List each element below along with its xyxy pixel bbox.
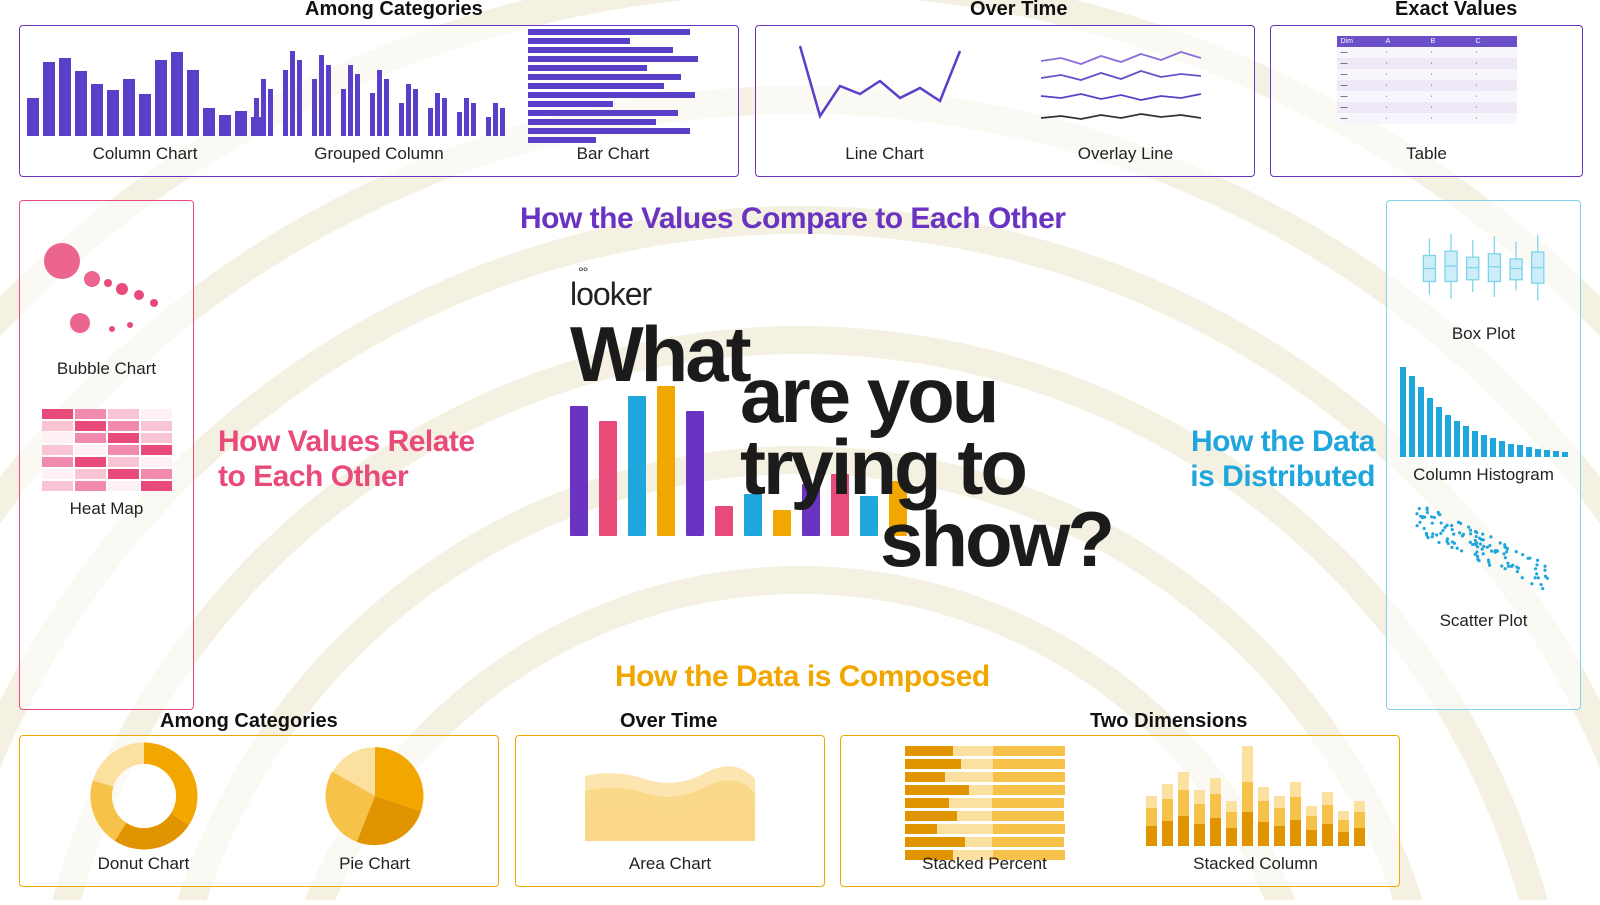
chart-bubble: Bubble Chart [42, 231, 172, 379]
caption-overlay-line: Overlay Line [1078, 144, 1173, 164]
chart-pie: Pie Chart [285, 746, 465, 874]
chart-stacked-column: Stacked Column [1166, 746, 1346, 874]
panel-compare-time: Line Chart Overlay Line [755, 25, 1255, 177]
chart-area: Area Chart [580, 746, 760, 874]
caption-donut: Donut Chart [98, 854, 190, 874]
panel-composed-categories: Donut Chart Pie Chart [19, 735, 499, 887]
header-relate-line2: to Each Other [218, 460, 475, 495]
caption-column-chart: Column Chart [93, 144, 198, 164]
header-dist-line2: is Distributed [1190, 460, 1375, 495]
panel-composed-twodim: Stacked Percent Stacked Column [840, 735, 1400, 887]
header-relate: How Values Relate to Each Other [218, 425, 475, 494]
title-line3: trying to [740, 432, 1025, 504]
label-over-time-top: Over Time [970, 0, 1067, 21]
caption-stacked-pct: Stacked Percent [922, 854, 1047, 874]
label-exact-values: Exact Values [1395, 0, 1517, 21]
caption-bar-chart: Bar Chart [577, 144, 650, 164]
panel-compare-categories: Column Chart Grouped Column Bar Chart [19, 25, 739, 177]
caption-histogram: Column Histogram [1413, 465, 1554, 485]
header-compare: How the Values Compare to Each Other [520, 202, 1065, 236]
chart-stacked-percent: Stacked Percent [895, 746, 1075, 874]
label-among-categories-bottom: Among Categories [160, 710, 338, 733]
caption-scatter: Scatter Plot [1440, 611, 1528, 631]
header-composed: How the Data is Composed [615, 660, 990, 694]
chart-grouped-column: Grouped Column [289, 36, 469, 164]
label-over-time-bottom: Over Time [620, 710, 717, 733]
brand-logo: lo°°oker [570, 276, 1100, 313]
caption-bubble: Bubble Chart [57, 359, 156, 379]
caption-grouped-column: Grouped Column [314, 144, 443, 164]
chart-bar: Bar Chart [523, 36, 703, 164]
chart-histogram: Column Histogram [1409, 362, 1559, 485]
panel-distributed: Box Plot Column Histogram Scatter Plot [1386, 200, 1581, 710]
caption-stacked-col: Stacked Column [1193, 854, 1318, 874]
caption-heatmap: Heat Map [70, 499, 144, 519]
caption-line-chart: Line Chart [845, 144, 923, 164]
caption-boxplot: Box Plot [1452, 324, 1515, 344]
chart-table: DimABC —··· —··· —··· —··· —··· —··· —··… [1337, 36, 1517, 164]
chart-scatter: Scatter Plot [1406, 503, 1561, 631]
caption-table: Table [1406, 144, 1447, 164]
chart-line: Line Chart [795, 36, 975, 164]
header-distributed: How the Data is Distributed [1190, 425, 1375, 494]
label-among-categories-top: Among Categories [305, 0, 483, 21]
panel-compare-exact: DimABC —··· —··· —··· —··· —··· —··· —··… [1270, 25, 1583, 177]
caption-pie: Pie Chart [339, 854, 410, 874]
caption-area: Area Chart [629, 854, 711, 874]
chart-donut: Donut Chart [54, 746, 234, 874]
title-block: lo°°oker What are you trying to show? [570, 276, 1100, 391]
label-two-dimensions: Two Dimensions [1090, 710, 1247, 733]
header-relate-line1: How Values Relate [218, 425, 475, 460]
header-dist-line1: How the Data [1190, 425, 1375, 460]
panel-relate: Bubble Chart Heat Map [19, 200, 194, 710]
chart-boxplot: Box Plot [1419, 221, 1549, 344]
chart-overlay-line: Overlay Line [1036, 36, 1216, 164]
panel-composed-time: Area Chart [515, 735, 825, 887]
chart-heatmap: Heat Map [42, 409, 172, 519]
title-line4: show? [880, 504, 1112, 576]
chart-column: Column Chart [55, 36, 235, 164]
title-line2: are you [740, 360, 996, 432]
